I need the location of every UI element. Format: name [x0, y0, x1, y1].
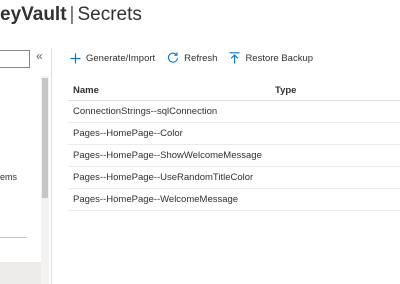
- column-header-type[interactable]: Type: [275, 85, 296, 96]
- page-name: Secrets: [77, 4, 142, 25]
- plus-icon: [70, 53, 81, 64]
- generate-import-label: Generate/Import: [86, 52, 156, 64]
- table-row[interactable]: Pages--HomePage--ShowWelcomeMessage: [68, 145, 400, 167]
- scrollbar-thumb[interactable]: [42, 78, 48, 198]
- menu-search-input[interactable]: [0, 50, 30, 68]
- refresh-label: Refresh: [184, 52, 218, 64]
- secret-name[interactable]: Pages--HomePage--ShowWelcomeMessage: [73, 150, 262, 161]
- panel-divider: [51, 48, 52, 284]
- restore-backup-label: Restore Backup: [245, 52, 314, 64]
- refresh-button[interactable]: Refresh: [167, 52, 217, 64]
- table-row[interactable]: ConnectionStrings--sqlConnection: [68, 101, 400, 123]
- command-bar: Generate/Import Refresh Restore Backup: [70, 48, 325, 68]
- title-separator: |: [69, 4, 75, 25]
- table-header: Name Type: [68, 80, 400, 101]
- menu-divider: [0, 237, 27, 238]
- page-title: eyVault | Secrets: [0, 4, 142, 26]
- column-header-name[interactable]: Name: [73, 85, 275, 96]
- table-row[interactable]: Pages--HomePage--WelcomeMessage: [68, 189, 400, 211]
- secret-name[interactable]: Pages--HomePage--Color: [73, 128, 183, 139]
- table-row[interactable]: Pages--HomePage--Color: [68, 123, 400, 145]
- sidebar-item-label[interactable]: ems: [0, 172, 17, 182]
- refresh-icon: [167, 52, 179, 64]
- collapse-icon[interactable]: «: [36, 49, 43, 63]
- table-row[interactable]: Pages--HomePage--UseRandomTitleColor: [68, 167, 400, 189]
- secret-name[interactable]: ConnectionStrings--sqlConnection: [73, 106, 217, 117]
- upload-icon: [229, 52, 240, 64]
- secret-name[interactable]: Pages--HomePage--WelcomeMessage: [73, 194, 238, 205]
- secret-name[interactable]: Pages--HomePage--UseRandomTitleColor: [73, 172, 253, 183]
- secrets-table: Name Type ConnectionStrings--sqlConnecti…: [68, 80, 400, 211]
- menu-scrollbar[interactable]: [41, 76, 49, 284]
- resource-menu: « ems: [0, 48, 52, 284]
- sidebar-item-selected[interactable]: [0, 262, 41, 284]
- vault-name: eyVault: [0, 4, 67, 25]
- restore-backup-button[interactable]: Restore Backup: [229, 52, 313, 64]
- generate-import-button[interactable]: Generate/Import: [70, 53, 155, 64]
